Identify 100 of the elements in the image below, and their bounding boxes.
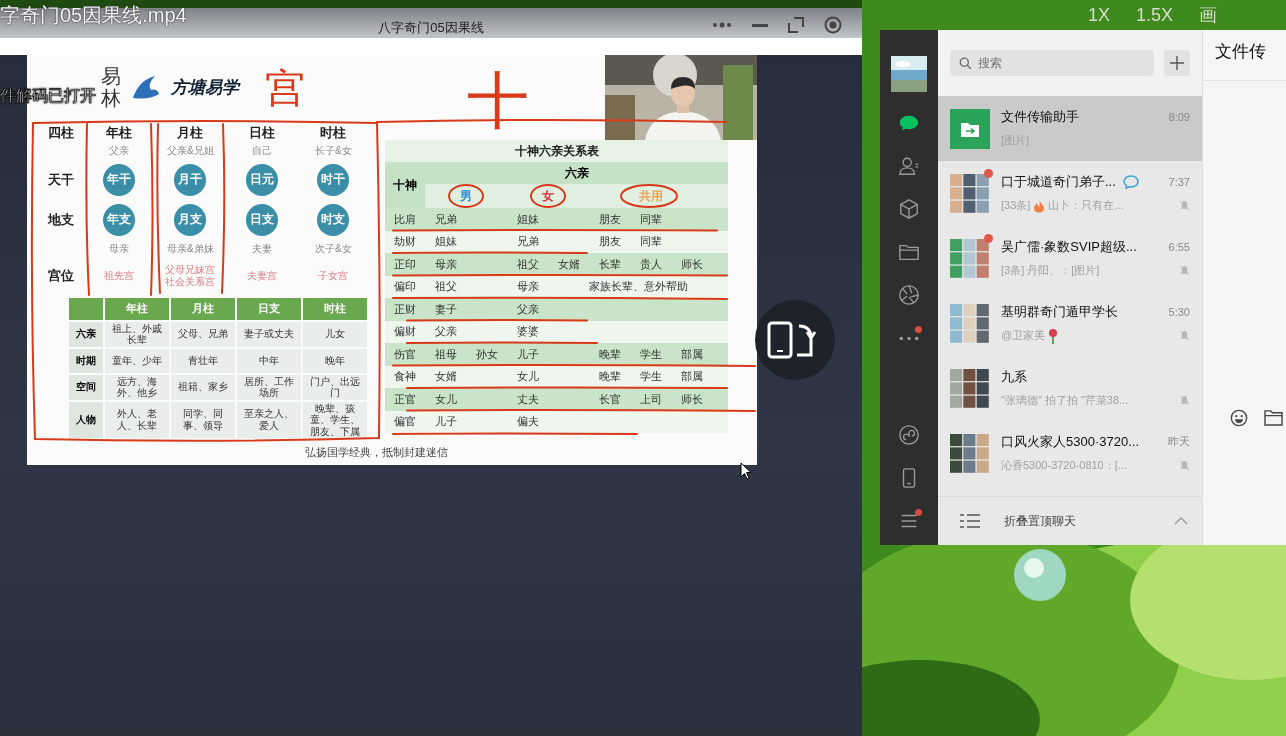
list-icon: [960, 513, 980, 529]
chat-name: 口于城道奇门弟子...: [1001, 172, 1116, 191]
relation-label: 夫妻: [251, 241, 272, 256]
header-cell: 日支: [237, 297, 301, 320]
table-cell-text: 婆婆: [515, 324, 540, 340]
more-icon[interactable]: [712, 22, 732, 28]
table-cell-text: 朋友: [597, 234, 622, 250]
rose-icon: [1048, 327, 1059, 344]
table-cell-text: 父亲: [515, 301, 540, 317]
chat-item[interactable]: 基明群奇门遁甲学长 5:30 @卫家美: [938, 291, 1202, 356]
column-heading: 月柱: [177, 123, 204, 142]
table-cell: 六亲: [69, 321, 103, 347]
table-cell: 青壮年: [171, 348, 235, 373]
table-cell-text: 祖父: [433, 279, 458, 295]
header-cell: 时柱: [303, 297, 367, 320]
header-cell: 月柱: [171, 297, 235, 320]
contacts-icon: [898, 155, 920, 177]
chat-item[interactable]: 吴广儒·象数SVIP超级... 6:55 [3条] 丹阳、：[图片]: [938, 226, 1202, 291]
table-cell-text: 姐妹: [515, 211, 540, 227]
table-cell-text: 同辈: [638, 211, 663, 227]
column-heading: 日柱: [248, 123, 275, 142]
header-cell: [69, 297, 103, 320]
more-icon: [898, 334, 920, 342]
table-cell-text: 朋友: [597, 211, 622, 227]
search-field[interactable]: 搜索: [950, 50, 1154, 76]
table-cell-text: 丈夫: [515, 391, 540, 407]
pillar-circle: 月干: [174, 163, 207, 196]
chat-item[interactable]: 九系 "张璃德" 拍了拍 "芹菜38...: [938, 356, 1202, 421]
table-cell: 父母、兄弟: [171, 321, 235, 347]
table-cell-text: 同辈: [638, 234, 663, 250]
chat-time: 8:09: [1168, 110, 1190, 123]
table-cell-text: 晚辈: [597, 369, 622, 385]
chat-time: 7:37: [1168, 175, 1190, 188]
table-cell-text: 比肩: [393, 211, 417, 227]
table-cell-text: 师长: [679, 391, 704, 407]
chat-time: 5:30: [1168, 305, 1190, 318]
fullscreen-icon[interactable]: [788, 17, 804, 33]
column-heading: 年柱: [105, 123, 132, 142]
table-cell-text: 晚辈: [597, 346, 622, 362]
table-cell-text: 父亲: [433, 324, 458, 340]
chat-item[interactable]: 口风火家人5300·3720... 昨天 沁香5300-3720-0810：[...: [938, 421, 1202, 486]
handwritten-note: 宫: [265, 69, 305, 109]
table-cell-text: 母亲: [433, 256, 458, 272]
row-heading: 四柱: [48, 123, 74, 142]
row-heading: 宫位: [48, 266, 74, 285]
table-cell: 晚年: [303, 348, 367, 373]
minimize-icon[interactable]: [752, 23, 768, 27]
handwritten-note: 十: [467, 70, 529, 132]
table-cell: 中年: [237, 348, 301, 373]
table-cell: 妻子或丈夫: [237, 321, 301, 347]
table-cell-text: 偏夫: [515, 414, 540, 430]
table-cell: 同学、同事、领导: [171, 401, 235, 438]
chat-name: 九系: [1001, 367, 1027, 386]
relation-label: 母亲&弟妹: [166, 241, 214, 256]
table-cell: 祖籍、家乡: [171, 374, 235, 400]
table-cell-text: 长辈: [597, 256, 622, 272]
pillar-circle: 年支: [102, 203, 135, 236]
fold-bar[interactable]: 折叠置顶聊天: [938, 496, 1202, 545]
window-title: 八字奇门05因果线: [378, 19, 484, 37]
table-cell: 至亲之人、爱人: [237, 401, 301, 438]
palace-label: 祖先宫: [103, 269, 134, 282]
header-cell-text: 男: [459, 187, 473, 205]
folder-icon[interactable]: [1264, 409, 1283, 426]
pillar-circle: 日元: [245, 163, 278, 196]
plus-icon: [1170, 56, 1184, 70]
chat-time: 6:55: [1168, 240, 1190, 253]
table-cell-text: 姐妹: [433, 234, 458, 250]
table-cell: 童年、少年: [105, 348, 169, 373]
table-cell: 晚辈、孩童、学生、朋友、下属: [303, 401, 367, 438]
table-cell-text: 女儿: [433, 391, 458, 407]
caret-icon: [1174, 517, 1188, 525]
brand-vertical: 易林: [101, 65, 121, 110]
chat-name: 口风火家人5300·3720...: [1001, 432, 1139, 451]
table-cell-text: 兄弟: [515, 234, 540, 250]
relation-label: 长子&女: [314, 143, 352, 158]
relation-label: 母亲: [108, 241, 129, 256]
brand-name: 方塘易学: [171, 76, 239, 99]
pillar-circle: 时支: [317, 203, 350, 236]
table-cell: 家族长辈、意外帮助: [589, 279, 688, 295]
table-cell: 时期: [69, 348, 103, 373]
table-cell: 居所、工作场所: [237, 374, 301, 400]
table-cell-text: 食神: [393, 369, 417, 385]
record-icon[interactable]: [824, 16, 842, 34]
row-heading: 天干: [48, 170, 74, 189]
add-button[interactable]: [1164, 50, 1190, 76]
fire-icon: [1033, 198, 1046, 213]
chat-title: 文件传: [1203, 30, 1286, 81]
table-cell: 儿女: [303, 321, 367, 347]
chat-preview: "张璃德" 拍了拍 "芹菜38...: [1001, 393, 1129, 408]
table-cell-text: 偏官: [393, 414, 417, 430]
chat-item[interactable]: 口于城道奇门弟子... 7:37 [33条] 山卜：只有在...: [938, 161, 1202, 226]
chat-preview: [3条] 丹阳、：[图片]: [1001, 263, 1100, 278]
table-cell-text: 学生: [638, 369, 663, 385]
table-cell-text: 孙女: [474, 346, 499, 362]
emoji-icon[interactable]: [1230, 409, 1248, 427]
header-cell-text: 共用: [637, 187, 664, 205]
palace-label: 父母兄妹宫社会关系宫: [164, 263, 216, 288]
table-cell-text: 女婿: [433, 369, 458, 385]
table-cell: 外人、老人、长辈: [105, 401, 169, 438]
chat-name: 吴广儒·象数SVIP超级...: [1001, 237, 1137, 256]
